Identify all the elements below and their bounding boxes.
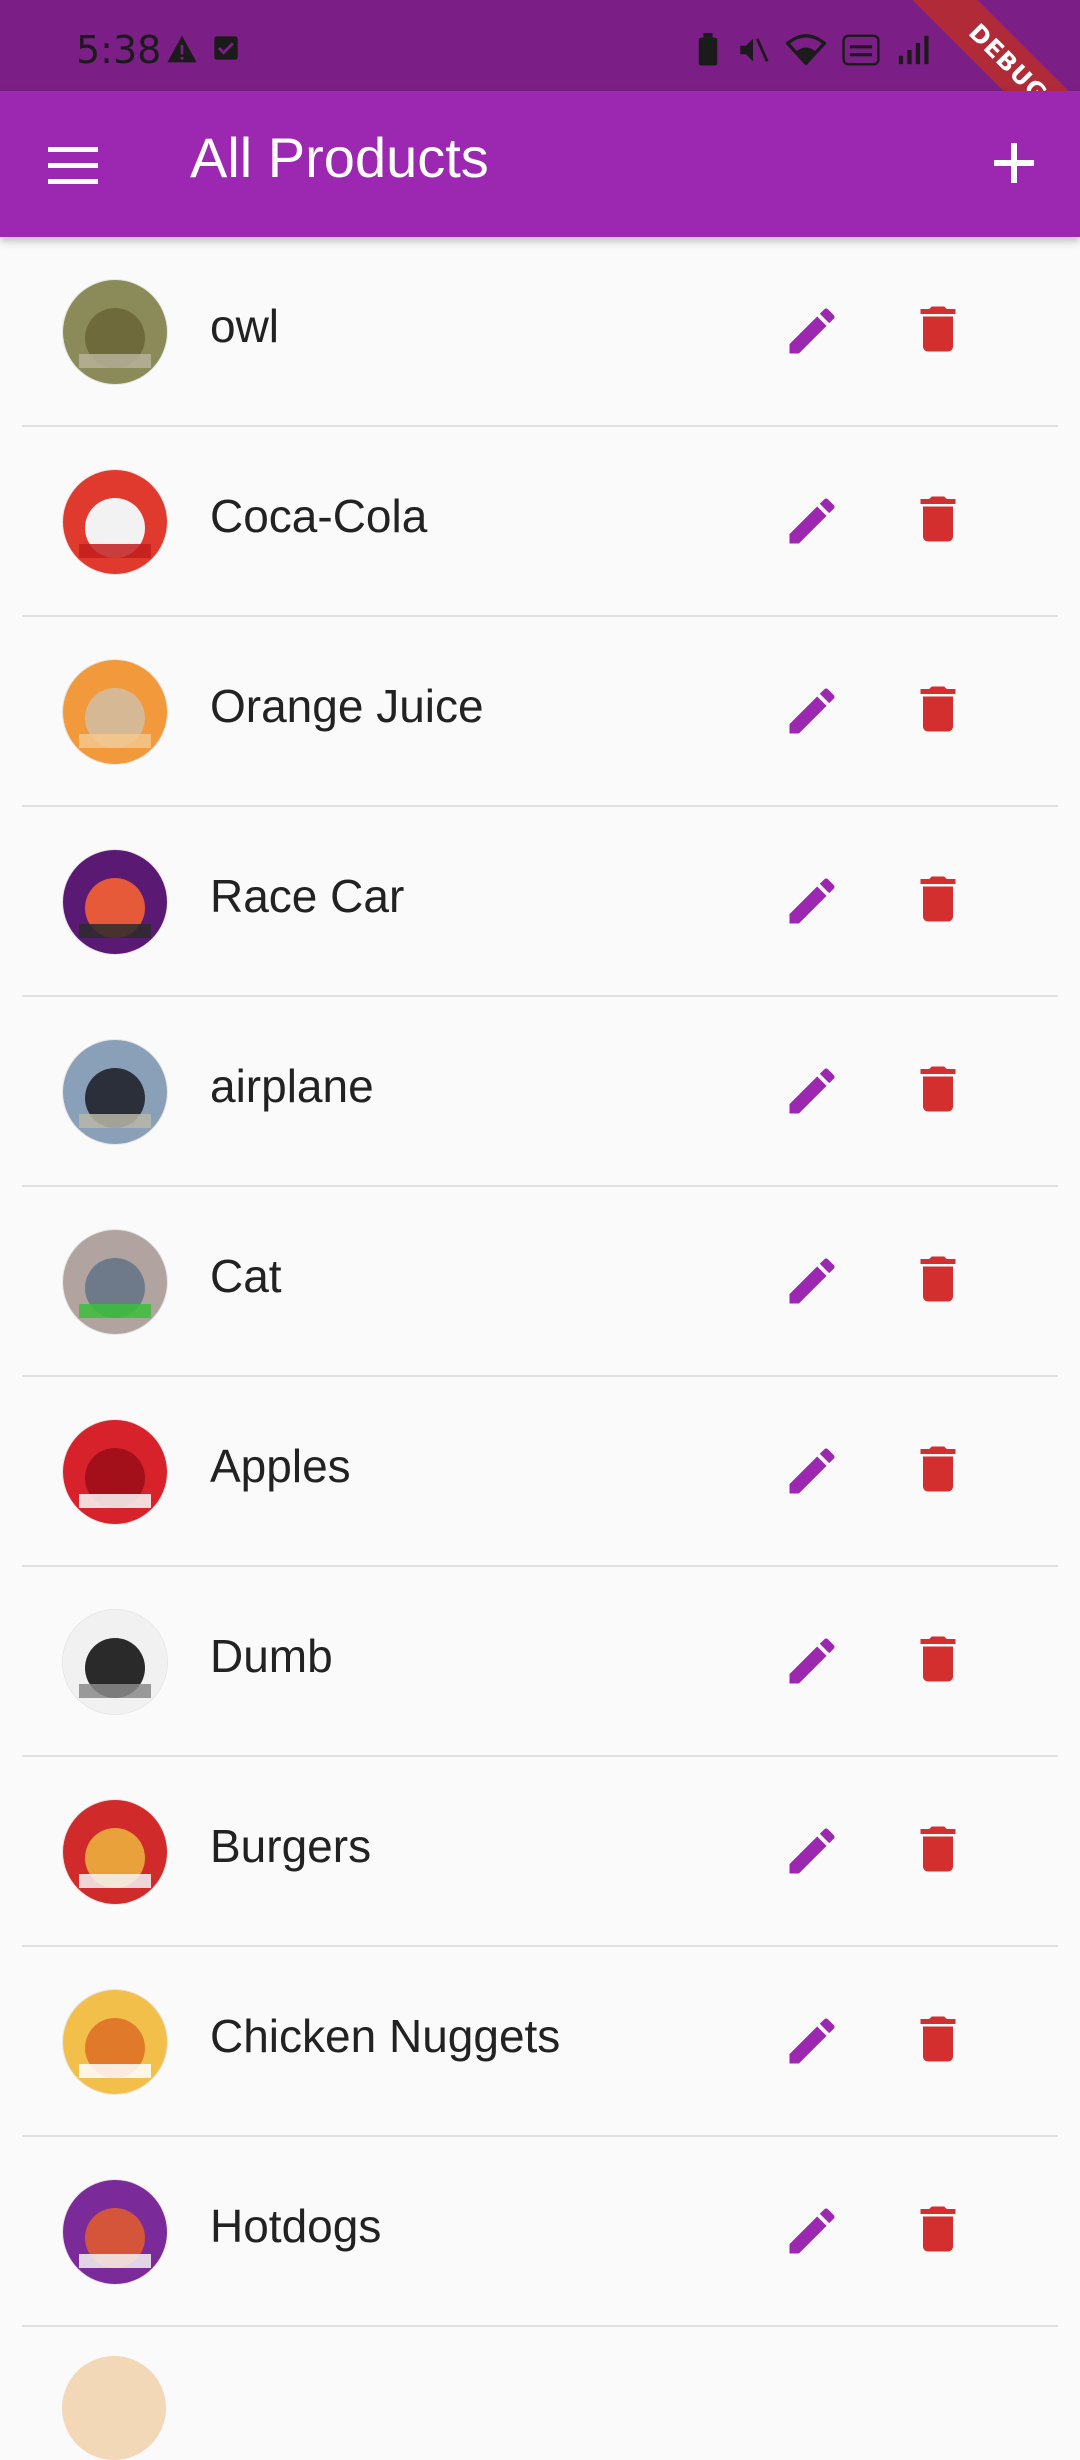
add-icon	[994, 143, 1034, 183]
edit-button[interactable]	[782, 2011, 842, 2071]
product-list: owl Coca-Cola Orange Juice Race Car airplane…	[0, 237, 1080, 2327]
edit-button[interactable]	[782, 681, 842, 741]
edit-button[interactable]	[782, 1251, 842, 1311]
volte-icon	[842, 34, 880, 66]
wifi-icon	[786, 34, 826, 66]
product-thumbnail	[62, 1039, 168, 1145]
product-name: Race Car	[210, 870, 405, 922]
add-product-button[interactable]	[978, 127, 1050, 199]
status-left-icons	[166, 34, 240, 64]
product-row[interactable]: Race Car	[22, 807, 1058, 997]
page-title: All Products	[190, 126, 489, 189]
menu-button[interactable]	[40, 135, 106, 195]
product-thumbnail	[62, 469, 168, 575]
pencil-icon	[789, 498, 835, 544]
delete-button[interactable]	[908, 1629, 968, 1689]
product-row[interactable]: Hotdogs	[22, 2137, 1058, 2327]
pencil-icon	[789, 2208, 835, 2254]
edit-button[interactable]	[782, 1631, 842, 1691]
trash-icon	[920, 686, 956, 732]
product-row[interactable]: Orange Juice	[22, 617, 1058, 807]
partial-product-thumbnail	[62, 2356, 166, 2460]
pencil-icon	[789, 2018, 835, 2064]
product-thumbnail	[62, 1799, 168, 1905]
delete-button[interactable]	[908, 1059, 968, 1119]
product-name: Coca-Cola	[210, 490, 428, 542]
edit-button[interactable]	[782, 301, 842, 361]
delete-button[interactable]	[908, 679, 968, 739]
delete-button[interactable]	[908, 2009, 968, 2069]
product-name: Apples	[210, 1440, 351, 1492]
delete-button[interactable]	[908, 299, 968, 359]
product-name: Cat	[210, 1250, 282, 1302]
trash-icon	[920, 1826, 956, 1872]
pencil-icon	[789, 878, 835, 924]
delete-button[interactable]	[908, 1249, 968, 1309]
product-name: Burgers	[210, 1820, 372, 1872]
product-thumbnail	[62, 1989, 168, 2095]
status-bar: 5:38 DEBUG	[0, 0, 1080, 91]
pencil-icon	[789, 1638, 835, 1684]
delete-button[interactable]	[908, 1819, 968, 1879]
pencil-icon	[789, 1068, 835, 1114]
edit-button[interactable]	[782, 491, 842, 551]
pencil-icon	[789, 1828, 835, 1874]
product-row[interactable]: owl	[22, 237, 1058, 427]
delete-button[interactable]	[908, 2199, 968, 2259]
product-row[interactable]: Burgers	[22, 1757, 1058, 1947]
product-thumbnail	[62, 1609, 168, 1715]
product-thumbnail	[62, 659, 168, 765]
delete-button[interactable]	[908, 1439, 968, 1499]
product-name: Dumb	[210, 1630, 333, 1682]
product-name: Orange Juice	[210, 680, 484, 732]
edit-button[interactable]	[782, 1441, 842, 1501]
edit-button[interactable]	[782, 871, 842, 931]
signal-icon	[898, 35, 929, 65]
product-thumbnail	[62, 1419, 168, 1525]
edit-button[interactable]	[782, 1061, 842, 1121]
trash-icon	[920, 1066, 956, 1112]
status-time: 5:38	[76, 28, 162, 72]
product-thumbnail	[62, 849, 168, 955]
product-name: Chicken Nuggets	[210, 2010, 561, 2062]
menu-icon	[48, 147, 98, 184]
mute-icon	[740, 38, 769, 62]
delete-button[interactable]	[908, 869, 968, 929]
product-name: airplane	[210, 1060, 374, 1112]
app-bar: All Products	[0, 91, 1080, 237]
delete-button[interactable]	[908, 489, 968, 549]
status-right-icons	[696, 32, 930, 68]
edit-button[interactable]	[782, 1821, 842, 1881]
warning-icon	[167, 35, 197, 63]
pencil-icon	[789, 308, 835, 354]
product-thumbnail	[62, 1229, 168, 1335]
checkbox-icon	[214, 36, 238, 60]
battery-saver-icon	[698, 33, 718, 66]
pencil-icon	[789, 688, 835, 734]
trash-icon	[920, 496, 956, 542]
product-thumbnail	[62, 279, 168, 385]
trash-icon	[920, 2016, 956, 2062]
product-row[interactable]: Chicken Nuggets	[22, 1947, 1058, 2137]
product-thumbnail	[62, 2179, 168, 2285]
trash-icon	[920, 306, 956, 352]
product-row[interactable]: Apples	[22, 1377, 1058, 1567]
product-row[interactable]: Coca-Cola	[22, 427, 1058, 617]
pencil-icon	[789, 1258, 835, 1304]
product-name: Hotdogs	[210, 2200, 382, 2252]
pencil-icon	[789, 1448, 835, 1494]
trash-icon	[920, 876, 956, 922]
edit-button[interactable]	[782, 2201, 842, 2261]
trash-icon	[920, 1256, 956, 1302]
product-row[interactable]: airplane	[22, 997, 1058, 1187]
trash-icon	[920, 1446, 956, 1492]
product-name: owl	[210, 300, 280, 352]
product-row[interactable]: Dumb	[22, 1567, 1058, 1757]
trash-icon	[920, 2206, 956, 2252]
product-row[interactable]: Cat	[22, 1187, 1058, 1377]
trash-icon	[920, 1636, 956, 1682]
